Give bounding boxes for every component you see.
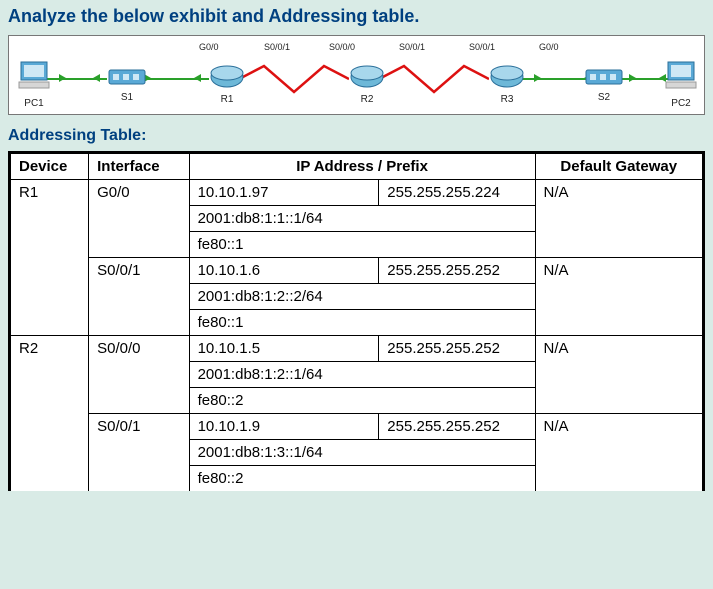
col-ip: IP Address / Prefix — [189, 154, 535, 180]
table-row: R2 S0/0/0 10.10.1.5 255.255.255.252 N/A — [11, 336, 703, 362]
table-header-row: Device Interface IP Address / Prefix Def… — [11, 154, 703, 180]
link-r1-r2 — [239, 64, 349, 94]
table-row: fe80::2 — [11, 388, 703, 414]
iface-label: S0/0/1 — [399, 42, 425, 52]
col-interface: Interface — [89, 154, 189, 180]
iface-label: S0/0/0 — [329, 42, 355, 52]
topology-diagram: PC1 S1 R1 R2 — [8, 35, 705, 115]
table-row: fe80::2 — [11, 466, 703, 492]
table-row: S0/0/1 10.10.1.6 255.255.255.252 N/A — [11, 258, 703, 284]
page-title: Analyze the below exhibit and Addressing… — [0, 0, 713, 35]
node-r3: R3 — [489, 64, 525, 90]
node-s2: S2 — [584, 66, 624, 88]
col-device: Device — [11, 154, 89, 180]
table-row: 2001:db8:1:3::1/64 — [11, 440, 703, 466]
node-r2: R2 — [349, 64, 385, 90]
table-row: fe80::1 — [11, 310, 703, 336]
switch-icon — [584, 66, 624, 88]
table-row: R1 G0/0 10.10.1.97 255.255.255.224 N/A — [11, 180, 703, 206]
table-row: 2001:db8:1:1::1/64 — [11, 206, 703, 232]
table-row: 2001:db8:1:2::1/64 — [11, 362, 703, 388]
switch-icon — [107, 66, 147, 88]
iface-label: G0/0 — [199, 42, 219, 52]
link-r2-r3 — [379, 64, 489, 94]
pc-icon — [17, 58, 51, 92]
iface-label: S0/0/1 — [264, 42, 290, 52]
node-s1: S1 — [107, 66, 147, 88]
iface-label: G0/0 — [539, 42, 559, 52]
router-icon — [349, 64, 385, 90]
table-row: fe80::1 — [11, 232, 703, 258]
table-row: S0/0/1 10.10.1.9 255.255.255.252 N/A — [11, 414, 703, 440]
section-label: Addressing Table: — [0, 115, 713, 151]
pc-icon — [664, 58, 698, 92]
node-pc2: PC2 — [664, 58, 698, 92]
addressing-table: Device Interface IP Address / Prefix Def… — [8, 151, 705, 491]
router-icon — [209, 64, 245, 90]
iface-label: S0/0/1 — [469, 42, 495, 52]
node-pc1: PC1 — [17, 58, 51, 92]
table-row: 2001:db8:1:2::2/64 — [11, 284, 703, 310]
node-r1: R1 — [209, 64, 245, 90]
col-gateway: Default Gateway — [535, 154, 702, 180]
router-icon — [489, 64, 525, 90]
